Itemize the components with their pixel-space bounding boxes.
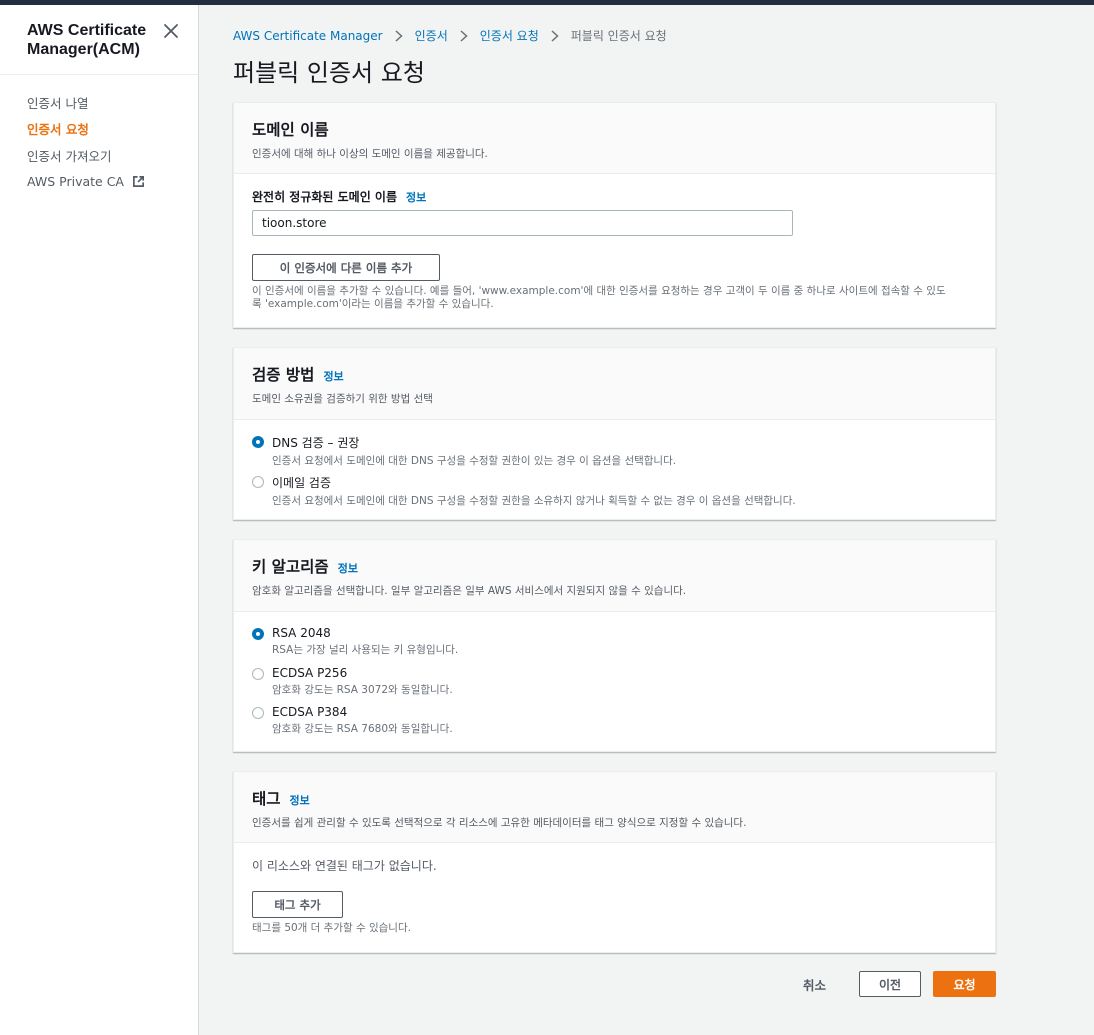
radio-label: 이메일 검증 [272, 476, 332, 490]
radio-label: ECDSA P384 [272, 705, 348, 719]
sidebar-item-private-ca[interactable]: AWS Private CA [27, 169, 145, 196]
page-title: 퍼블릭 인증서 요청 [233, 59, 425, 87]
radio-label: RSA 2048 [272, 626, 331, 640]
domain-name-input[interactable] [252, 210, 793, 236]
key-algorithm-panel: 키 알고리즘 정보 암호화 알고리즘을 선택합니다. 일부 알고리즘은 일부 A… [233, 539, 996, 752]
info-link[interactable]: 정보 [323, 368, 343, 384]
key-section-title: 키 알고리즘 [252, 558, 329, 576]
add-tag-button[interactable]: 태그 추가 [252, 891, 343, 918]
close-icon[interactable] [162, 22, 180, 40]
panel-header: 태그 정보 인증서를 쉽게 관리할 수 있도록 선택적으로 각 리소스에 고유한… [234, 772, 995, 843]
panel-description: 암호화 알고리즘을 선택합니다. 일부 알고리즘은 일부 AWS 서비스에서 지… [252, 585, 687, 597]
info-link[interactable]: 정보 [338, 560, 358, 576]
radio-button[interactable] [252, 707, 264, 719]
no-tags-text: 이 리소스와 연결된 태그가 없습니다. [252, 859, 437, 873]
radio-description: 인증서 요청에서 도메인에 대한 DNS 구성을 수정할 권한을 소유하지 않거… [272, 495, 796, 507]
info-link[interactable]: 정보 [406, 189, 426, 205]
validation-method-panel: 검증 방법 정보 도메인 소유권을 검증하기 위한 방법 선택 DNS 검증 –… [233, 347, 996, 520]
radio-button[interactable] [252, 476, 264, 488]
tags-section-title: 태그 [252, 790, 281, 808]
domain-field-label: 완전히 정규화된 도메인 이름 정보 [252, 188, 426, 205]
sidebar-nav: 인증서 나열 인증서 요청 인증서 가져오기 AWS Private CA [27, 89, 145, 195]
radio-option-dns[interactable]: DNS 검증 – 권장 인증서 요청에서 도메인에 대한 DNS 구성을 수정할… [252, 434, 676, 468]
radio-option-ecdsa-p256[interactable]: ECDSA P256 암호화 강도는 RSA 3072와 동일합니다. [252, 666, 453, 697]
sidebar-header: AWS Certificate Manager(ACM) [0, 5, 198, 75]
panel-header: 도메인 이름 인증서에 대해 하나 이상의 도메인 이름을 제공합니다. [234, 103, 995, 174]
sidebar-item-label: AWS Private CA [27, 174, 124, 190]
tags-panel: 태그 정보 인증서를 쉽게 관리할 수 있도록 선택적으로 각 리소스에 고유한… [233, 771, 996, 953]
add-domain-name-button[interactable]: 이 인증서에 다른 이름 추가 [252, 254, 440, 281]
radio-label: ECDSA P256 [272, 666, 348, 680]
panel-title: 키 알고리즘 정보 [252, 555, 977, 577]
panel-header: 검증 방법 정보 도메인 소유권을 검증하기 위한 방법 선택 [234, 348, 995, 420]
panel-title: 검증 방법 정보 [252, 363, 977, 385]
breadcrumb: AWS Certificate Manager 인증서 인증서 요청 퍼블릭 인… [233, 27, 667, 44]
panel-title: 도메인 이름 [252, 118, 977, 140]
breadcrumb-item-certificates[interactable]: 인증서 [415, 27, 448, 44]
radio-description: 인증서 요청에서 도메인에 대한 DNS 구성을 수정할 권한이 있는 경우 이… [272, 455, 677, 467]
breadcrumb-item-request[interactable]: 인증서 요청 [480, 27, 539, 44]
cancel-button[interactable]: 취소 [803, 975, 826, 994]
radio-option-ecdsa-p384[interactable]: ECDSA P384 암호화 강도는 RSA 7680와 동일합니다. [252, 705, 453, 736]
radio-option-rsa-2048[interactable]: RSA 2048 RSA는 가장 널리 사용되는 키 유형입니다. [252, 626, 458, 657]
chevron-right-icon [551, 29, 559, 42]
radio-label: DNS 검증 – 권장 [272, 436, 360, 450]
radio-option-email[interactable]: 이메일 검증 인증서 요청에서 도메인에 대한 DNS 구성을 수정할 권한을 … [252, 474, 796, 508]
sidebar: AWS Certificate Manager(ACM) 인증서 나열 인증서 … [0, 5, 199, 1035]
sidebar-item-label: 인증서 가져오기 [27, 148, 112, 164]
panel-description: 인증서에 대해 하나 이상의 도메인 이름을 제공합니다. [252, 148, 488, 160]
panel-header: 키 알고리즘 정보 암호화 알고리즘을 선택합니다. 일부 알고리즘은 일부 A… [234, 540, 995, 612]
radio-button[interactable] [252, 628, 264, 640]
field-label-text: 완전히 정규화된 도메인 이름 [252, 190, 398, 204]
hint-line: 이 인증서에 이름을 추가할 수 있습니다. 예를 들어, 'www.examp… [252, 285, 946, 297]
tag-limit-hint: 태그를 50개 더 추가할 수 있습니다. [252, 922, 411, 934]
breadcrumb-item-current: 퍼블릭 인증서 요청 [570, 29, 667, 43]
panel-title: 태그 정보 [252, 787, 977, 809]
domain-name-panel: 도메인 이름 인증서에 대해 하나 이상의 도메인 이름을 제공합니다. 완전히… [233, 102, 996, 328]
radio-description: RSA는 가장 널리 사용되는 키 유형입니다. [272, 644, 459, 656]
radio-description: 암호화 강도는 RSA 7680와 동일합니다. [272, 723, 453, 735]
radio-button[interactable] [252, 668, 264, 680]
sidebar-item-list-certificates[interactable]: 인증서 나열 [27, 89, 145, 116]
chevron-right-icon [460, 29, 468, 42]
radio-description: 암호화 강도는 RSA 3072와 동일합니다. [272, 684, 453, 696]
sidebar-item-import-certificate[interactable]: 인증서 가져오기 [27, 142, 145, 169]
sidebar-item-request-certificate[interactable]: 인증서 요청 [27, 116, 145, 143]
chevron-right-icon [395, 29, 403, 42]
validation-section-title: 검증 방법 [252, 366, 315, 384]
panel-description: 인증서를 쉽게 관리할 수 있도록 선택적으로 각 리소스에 고유한 메타데이터… [252, 817, 747, 829]
panel-description: 도메인 소유권을 검증하기 위한 방법 선택 [252, 393, 433, 405]
domain-hint: 이 인증서에 이름을 추가할 수 있습니다. 예를 들어, 'www.examp… [252, 285, 982, 311]
info-link[interactable]: 정보 [290, 792, 310, 808]
previous-button[interactable]: 이전 [859, 971, 921, 997]
breadcrumb-item-acm[interactable]: AWS Certificate Manager [233, 29, 383, 43]
request-button[interactable]: 요청 [933, 971, 996, 997]
sidebar-item-label: 인증서 나열 [27, 95, 89, 111]
domain-section-title: 도메인 이름 [252, 121, 329, 139]
external-link-icon [132, 176, 144, 188]
hint-line: 록 'example.com'이라는 이름을 추가할 수 있습니다. [252, 298, 494, 310]
sidebar-title: AWS Certificate Manager(ACM) [27, 22, 147, 58]
radio-button[interactable] [252, 436, 264, 448]
sidebar-item-label: 인증서 요청 [27, 122, 89, 138]
